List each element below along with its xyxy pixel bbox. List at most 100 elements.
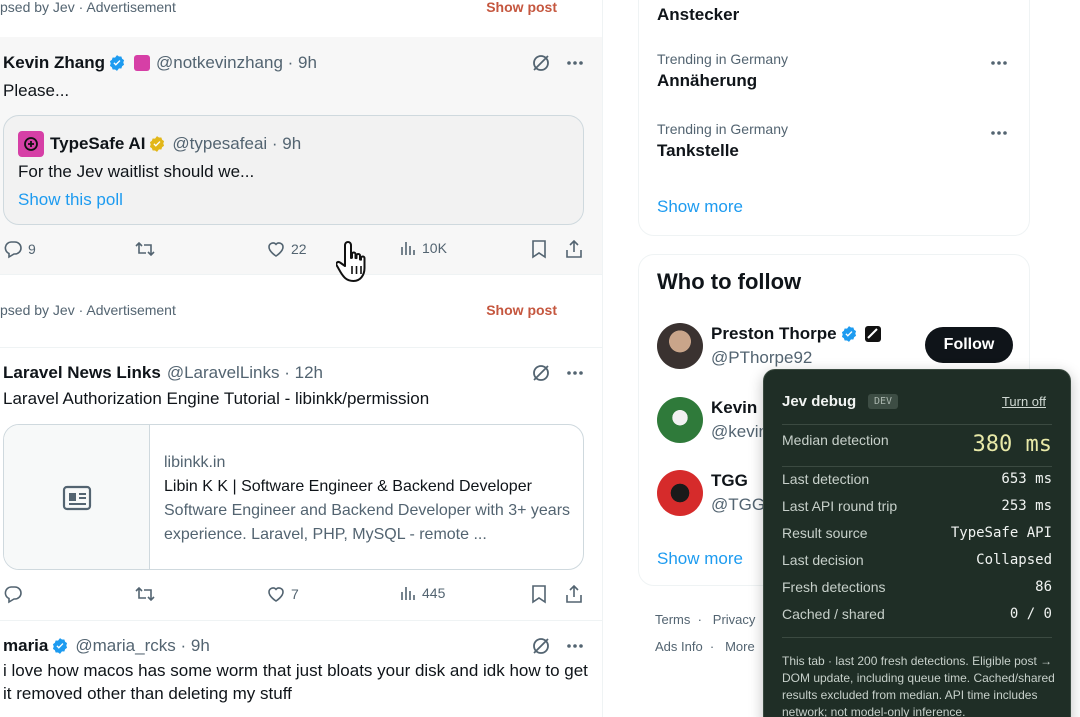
show-post-button[interactable]: Show post (486, 0, 557, 15)
link-title: Libin K K | Software Engineer & Backend … (164, 478, 532, 495)
tweet-actions: 9 22 10K (0, 239, 600, 263)
verified-badge-icon (109, 55, 125, 71)
quoted-tweet[interactable]: TypeSafe AI @typesafeai · 9h For the Jev… (3, 115, 584, 225)
follow-suggestion[interactable]: Preston Thorpe @PThorpe92 Follow (657, 323, 1027, 371)
repost-button[interactable] (134, 239, 156, 259)
median-value: 380 ms (972, 432, 1052, 457)
reply-button[interactable]: 9 (3, 239, 36, 259)
repost-icon (135, 586, 155, 602)
more-options-icon[interactable] (989, 53, 1009, 73)
debug-title: Jev debug (782, 393, 857, 410)
debug-row-label: Last detection (782, 471, 870, 487)
tweet-tools (531, 636, 585, 656)
author-handle[interactable]: @LaravelLinks · 12h (167, 363, 323, 383)
tweet-kevin-zhang[interactable]: Kevin Zhang @notkevinzhang · 9h Please..… (0, 37, 602, 275)
debug-row-label: Result source (782, 525, 868, 541)
author-name[interactable]: Laravel News Links (3, 363, 161, 383)
avatar[interactable] (657, 470, 703, 516)
link-domain: libinkk.in (164, 454, 226, 471)
show-poll-link[interactable]: Show this poll (18, 190, 123, 210)
who-to-follow-show-more-link[interactable]: Show more (657, 549, 743, 569)
jev-toggle-icon[interactable] (531, 636, 551, 656)
debug-row: Last detection 653 ms (782, 469, 1052, 489)
timeline-feed: psed by Jev · Advertisement Show post Ke… (0, 0, 603, 717)
author-name[interactable]: Kevin Zhang (3, 53, 105, 73)
reply-count: 9 (28, 241, 36, 257)
suggestion-name: TGG (711, 471, 748, 490)
footer-links-row2[interactable]: Ads Info · More (655, 639, 755, 654)
more-options-icon[interactable] (989, 123, 1009, 143)
jev-toggle-icon[interactable] (531, 363, 551, 383)
heart-icon (268, 587, 284, 602)
trend-name[interactable]: Anstecker (657, 5, 739, 25)
quoted-author-name[interactable]: TypeSafe AI (50, 134, 145, 154)
collapsed-ad-text: psed by Jev · Advertisement (0, 0, 176, 15)
debug-row-label: Last API round trip (782, 498, 898, 514)
trend-item[interactable]: Trending in Germany Annäherung (657, 51, 788, 91)
suggestion-handle: @PThorpe92 (711, 348, 813, 367)
debug-row: Fresh detections 86 (782, 577, 1052, 597)
bookmark-icon (532, 240, 546, 259)
follow-button[interactable]: Follow (925, 327, 1013, 363)
suggestion-name-row: Preston Thorpe (711, 324, 882, 344)
bookmark-button[interactable] (530, 239, 548, 259)
share-icon (566, 239, 582, 258)
quoted-tweet-header: TypeSafe AI @typesafeai · 9h (18, 131, 301, 157)
debug-row-value: 653 ms (1001, 471, 1052, 487)
trends-show-more-link[interactable]: Show more (657, 197, 743, 217)
tweet-maria[interactable]: maria @maria_rcks · 9h i love how macos … (0, 621, 602, 717)
typesafe-logo-icon (24, 137, 38, 151)
quoted-tweet-text: For the Jev waitlist should we... (18, 162, 255, 181)
footer-links-row1[interactable]: Terms · Privacy (655, 612, 755, 627)
views-count: 10K (422, 240, 447, 256)
suggestion-name: Preston Thorpe (711, 324, 837, 343)
affiliate-badge-icon (864, 326, 881, 342)
more-options-icon[interactable] (565, 53, 585, 73)
more-options-icon[interactable] (565, 363, 585, 383)
bookmark-icon (532, 585, 546, 604)
more-options-icon[interactable] (565, 636, 585, 656)
avatar[interactable] (657, 323, 703, 369)
share-button[interactable] (565, 239, 583, 259)
like-count: 7 (291, 586, 299, 602)
link-card[interactable]: libinkk.in Libin K K | Software Engineer… (3, 424, 584, 570)
reply-icon (4, 586, 22, 604)
tweet-laravel-news[interactable]: Laravel News Links @LaravelLinks · 12h L… (0, 348, 602, 621)
views-button[interactable]: 445 (399, 584, 445, 602)
bookmark-button[interactable] (530, 584, 548, 604)
link-description: Software Engineer and Backend Developer … (164, 502, 571, 543)
repost-icon (135, 241, 155, 257)
like-button[interactable]: 7 (266, 584, 299, 604)
dev-badge: DEV (868, 394, 899, 409)
views-button[interactable]: 10K (399, 239, 447, 257)
article-icon (62, 485, 91, 511)
trend-item[interactable]: Trending in Germany Tankstelle (657, 121, 788, 161)
verified-badge-icon (841, 326, 856, 342)
tweet-actions: 7 445 (0, 584, 600, 608)
repost-button[interactable] (134, 584, 156, 604)
author-handle[interactable]: @notkevinzhang · 9h (156, 53, 317, 73)
typesafe-avatar[interactable] (18, 131, 44, 157)
author-handle[interactable]: @maria_rcks · 9h (75, 636, 209, 656)
share-icon (566, 584, 582, 603)
debug-row: Result source TypeSafe API (782, 523, 1052, 543)
gold-verified-badge-icon (150, 136, 165, 152)
trends-panel: Anstecker Trending in Germany Annäherung… (638, 0, 1030, 236)
debug-row: Last decision Collapsed (782, 550, 1052, 570)
like-button[interactable]: 22 (266, 239, 307, 259)
avatar[interactable] (657, 397, 703, 443)
jev-toggle-icon[interactable] (531, 53, 551, 73)
median-label: Median detection (782, 432, 889, 448)
turn-off-link[interactable]: Turn off (1002, 394, 1046, 409)
debug-row: Last API round trip 253 ms (782, 496, 1052, 516)
author-name[interactable]: maria (3, 636, 48, 656)
share-button[interactable] (565, 584, 583, 604)
quoted-author-handle[interactable]: @typesafeai · 9h (172, 134, 301, 154)
reply-button[interactable] (3, 584, 23, 604)
tweet-text: i love how macos has some worm that just… (3, 661, 588, 703)
reply-icon (4, 241, 22, 259)
debug-row-value: TypeSafe API (950, 525, 1052, 541)
divider (782, 424, 1052, 425)
debug-row-value: Collapsed (976, 552, 1052, 568)
show-post-button[interactable]: Show post (486, 302, 557, 318)
